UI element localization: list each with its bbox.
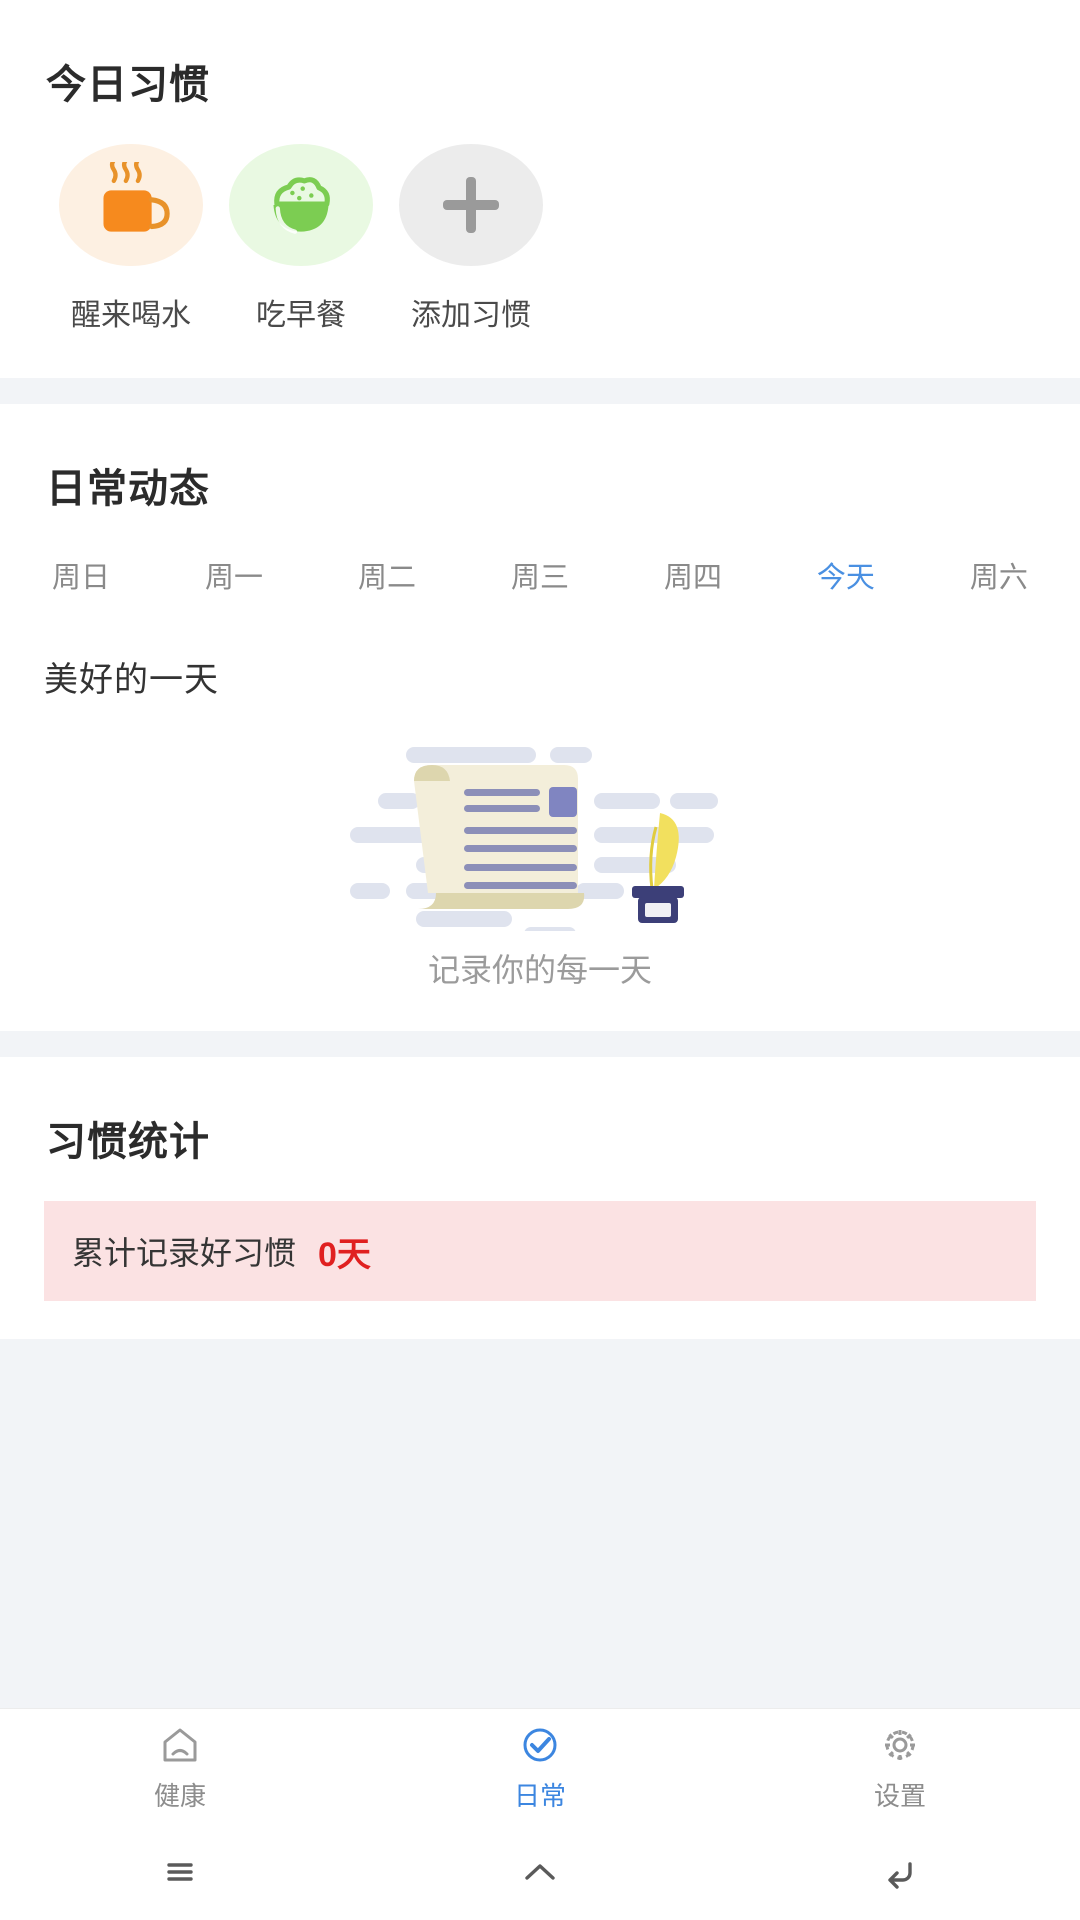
habit-icon-background: [229, 144, 373, 266]
habit-item-drink-water[interactable]: 醒来喝水: [46, 144, 216, 334]
weekday-tab-wednesday[interactable]: 周三: [511, 554, 569, 596]
habit-icon-background: [59, 144, 203, 266]
today-habits-section: 今日习惯 醒来喝水 吃早餐 添加习惯: [0, 0, 1080, 378]
weekday-tab-monday[interactable]: 周一: [205, 554, 263, 596]
app-screen: 今日习惯 醒来喝水 吃早餐 添加习惯 日常动态 周日 周一 周二 周三 周四 今…: [0, 0, 1080, 1920]
section-divider: [0, 1031, 1080, 1057]
back-button[interactable]: [720, 1824, 1080, 1920]
daily-dynamic-section: 日常动态 周日 周一 周二 周三 周四 今天 周六 美好的一天 记录你的每一天: [0, 404, 1080, 1031]
rice-bowl-icon: [273, 177, 330, 234]
weekday-tab-sunday[interactable]: 周日: [52, 554, 110, 596]
habit-icon-background: [399, 144, 543, 266]
habit-label: 醒来喝水: [71, 299, 191, 332]
empty-state: 记录你的每一天: [0, 701, 1080, 991]
habit-stats-title: 习惯统计: [46, 1120, 210, 1164]
home-house-icon: [156, 1720, 204, 1770]
tab-health[interactable]: 健康: [0, 1709, 360, 1824]
coffee-cup-icon: [103, 162, 170, 232]
habit-item-eat-breakfast[interactable]: 吃早餐: [216, 144, 386, 334]
habit-stats-label: 累计记录好习惯: [72, 1235, 297, 1271]
diary-entry-title: 美好的一天: [44, 661, 219, 699]
tab-label: 健康: [153, 1781, 206, 1811]
tab-daily[interactable]: 日常: [360, 1709, 720, 1824]
page-filler: [0, 1339, 1080, 1708]
bottom-tab-bar: 健康 日常 设置: [0, 1708, 1080, 1824]
tab-label: 日常: [513, 1781, 566, 1811]
weekday-tabs: 周日 周一 周二 周三 周四 今天 周六: [0, 514, 1080, 596]
section-divider: [0, 378, 1080, 404]
home-icon: [525, 1864, 555, 1880]
habit-label: 吃早餐: [256, 299, 346, 332]
habit-label: 添加习惯: [411, 299, 531, 332]
empty-state-caption: 记录你的每一天: [427, 952, 652, 988]
scroll-and-quill-illustration: [350, 747, 718, 931]
system-navigation-bar: [0, 1824, 1080, 1920]
home-button[interactable]: [360, 1824, 720, 1920]
habit-item-add-habit[interactable]: 添加习惯: [386, 144, 556, 334]
weekday-tab-thursday[interactable]: 周四: [664, 554, 722, 596]
daily-dynamic-title: 日常动态: [46, 467, 210, 511]
habit-stats-section: 习惯统计 累计记录好习惯 0天: [0, 1057, 1080, 1339]
gear-icon: [876, 1720, 924, 1770]
habit-stats-value: 0天: [318, 1235, 371, 1274]
back-icon: [888, 1862, 912, 1889]
weekday-tab-today[interactable]: 今天: [817, 554, 875, 596]
plus-icon: [443, 177, 499, 233]
weekday-tab-saturday[interactable]: 周六: [970, 554, 1028, 596]
habit-list: 醒来喝水 吃早餐 添加习惯: [0, 110, 1080, 334]
tab-label: 设置: [873, 1781, 926, 1811]
recents-button[interactable]: [0, 1824, 360, 1920]
menu-recents-icon: [167, 1863, 193, 1881]
tab-settings[interactable]: 设置: [720, 1709, 1080, 1824]
today-habits-title: 今日习惯: [46, 63, 210, 107]
habit-stats-banner[interactable]: 累计记录好习惯 0天: [44, 1201, 1036, 1301]
check-circle-icon: [516, 1720, 564, 1770]
weekday-tab-tuesday[interactable]: 周二: [358, 554, 416, 596]
